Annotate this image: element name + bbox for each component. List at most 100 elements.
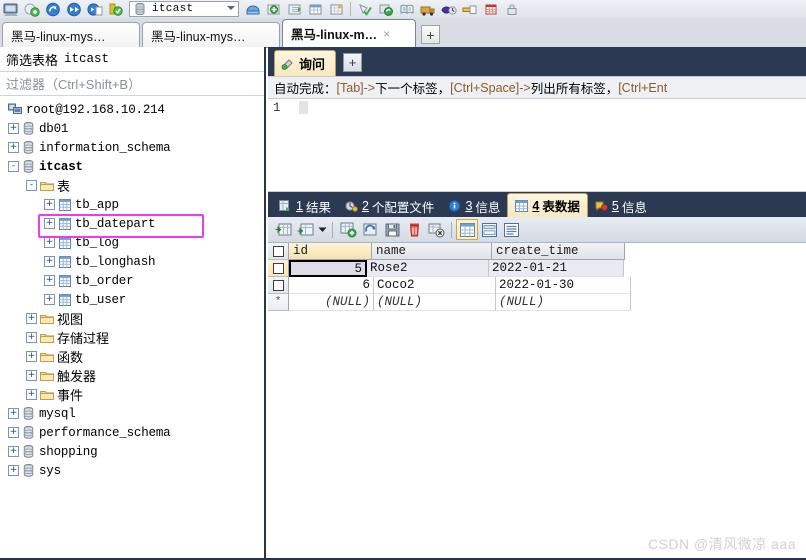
expander-icon[interactable]: +	[26, 351, 37, 362]
new-tab-button[interactable]: +	[421, 25, 440, 44]
select-all-checkbox[interactable]	[272, 245, 284, 257]
tree-item-shopping[interactable]: + shopping	[0, 442, 264, 461]
filter-input[interactable]: 过滤器（Ctrl+Shift+B）	[0, 72, 264, 96]
dropdown-caret-icon[interactable]	[316, 219, 328, 240]
expander-icon[interactable]: +	[26, 370, 37, 381]
tree-item-server[interactable]: root@192.168.10.214	[0, 100, 264, 119]
tree-item-tb-datepart[interactable]: + tb_datepart	[0, 214, 264, 233]
expander-icon[interactable]: +	[26, 332, 37, 343]
tree-item-sys[interactable]: + sys	[0, 461, 264, 480]
expander-icon[interactable]: +	[8, 427, 19, 438]
expander-icon[interactable]: +	[8, 446, 19, 457]
row-selector[interactable]	[268, 277, 289, 294]
copy-connection-icon[interactable]	[84, 1, 105, 18]
notes-icon[interactable]	[459, 1, 480, 18]
form-view-icon[interactable]	[478, 219, 500, 240]
expander-icon[interactable]: +	[26, 313, 37, 324]
table-row[interactable]: 5 Rose2 2022-01-21	[268, 260, 806, 277]
tree-item-mysql[interactable]: + mysql	[0, 404, 264, 423]
new-row-indicator[interactable]: *	[268, 294, 289, 311]
collapse-icon[interactable]: -	[26, 180, 37, 191]
tree-item-views-folder[interactable]: + 视图	[0, 309, 264, 328]
new-connection-icon[interactable]	[21, 1, 42, 18]
cell-name[interactable]: Coco2	[374, 277, 496, 294]
expander-icon[interactable]: +	[44, 275, 55, 286]
filter-data-icon[interactable]	[294, 219, 316, 240]
refresh-data-icon[interactable]	[272, 219, 294, 240]
tree-item-information-schema[interactable]: + information_schema	[0, 138, 264, 157]
expander-icon[interactable]: +	[44, 294, 55, 305]
tree-item-events-folder[interactable]: + 事件	[0, 385, 264, 404]
close-icon[interactable]: ×	[383, 27, 390, 41]
expander-icon[interactable]: +	[44, 256, 55, 267]
save-icon[interactable]	[381, 219, 403, 240]
window-tab[interactable]: 黑马-linux-mys…	[2, 22, 140, 47]
column-header-id[interactable]: id	[289, 243, 372, 260]
row-checkbox[interactable]	[272, 262, 284, 274]
insert-row-icon[interactable]	[337, 219, 359, 240]
grid-view-icon[interactable]	[456, 219, 478, 240]
tab-message[interactable]: 5 信息	[588, 195, 654, 217]
expander-icon[interactable]: +	[8, 123, 19, 134]
window-tab-active[interactable]: 黑马-linux-m… ×	[282, 19, 416, 47]
import-icon[interactable]	[263, 1, 284, 18]
tree-item-itcast[interactable]: - itcast	[0, 157, 264, 176]
tree-item-tb-longhash[interactable]: + tb_longhash	[0, 252, 264, 271]
column-header-name[interactable]: name	[372, 243, 492, 260]
tree-item-db01[interactable]: + db01	[0, 119, 264, 138]
editor-text-area[interactable]	[299, 99, 806, 191]
tree-item-performance-schema[interactable]: + performance_schema	[0, 423, 264, 442]
refresh-icon[interactable]	[42, 1, 63, 18]
expander-icon[interactable]: +	[26, 389, 37, 400]
sql-format-icon[interactable]	[105, 1, 126, 18]
export-icon[interactable]	[242, 1, 263, 18]
cell-id[interactable]: (NULL)	[289, 294, 374, 311]
schema-designer-icon[interactable]	[396, 1, 417, 18]
grid-icon[interactable]	[326, 1, 347, 18]
expander-icon[interactable]: +	[44, 218, 55, 229]
tree-item-tb-log[interactable]: + tb_log	[0, 233, 264, 252]
cell-id[interactable]: 6	[289, 277, 374, 294]
expander-icon[interactable]: +	[8, 465, 19, 476]
add-query-tab-button[interactable]: +	[343, 53, 363, 72]
expander-icon[interactable]: +	[8, 408, 19, 419]
tab-info[interactable]: 3 信息	[441, 195, 507, 217]
cell-name[interactable]: (NULL)	[374, 294, 496, 311]
sync-icon[interactable]	[375, 1, 396, 18]
check-sql-icon[interactable]	[354, 1, 375, 18]
scheduler-icon[interactable]	[438, 1, 459, 18]
table-export-icon[interactable]	[284, 1, 305, 18]
chevron-down-icon[interactable]	[227, 6, 235, 10]
collapse-icon[interactable]: -	[8, 161, 19, 172]
database-selector[interactable]: itcast	[129, 1, 239, 17]
text-view-icon[interactable]	[500, 219, 522, 240]
sql-editor[interactable]: 1	[268, 99, 806, 192]
update-row-icon[interactable]	[359, 219, 381, 240]
cell-create-time[interactable]: 2022-01-30	[496, 277, 631, 294]
table-row-new[interactable]: * (NULL) (NULL) (NULL)	[268, 294, 806, 311]
tree-item-tb-app[interactable]: + tb_app	[0, 195, 264, 214]
tree-item-tb-order[interactable]: + tb_order	[0, 271, 264, 290]
expander-icon[interactable]: +	[44, 237, 55, 248]
calendar-icon[interactable]	[480, 1, 501, 18]
row-checkbox[interactable]	[272, 279, 284, 291]
tree-item-functions-folder[interactable]: + 函数	[0, 347, 264, 366]
tree-item-triggers-folder[interactable]: + 触发器	[0, 366, 264, 385]
cancel-edit-icon[interactable]	[425, 219, 447, 240]
row-selector[interactable]	[268, 260, 289, 277]
connection-icon[interactable]	[0, 1, 21, 18]
expander-icon[interactable]: +	[8, 142, 19, 153]
table-row[interactable]: 6 Coco2 2022-01-30	[268, 277, 806, 294]
tree-item-procedures-folder[interactable]: + 存储过程	[0, 328, 264, 347]
tree-item-tb-user[interactable]: + tb_user	[0, 290, 264, 309]
cell-create-time[interactable]: (NULL)	[496, 294, 631, 311]
tab-profile[interactable]: 2 个配置文件	[338, 195, 441, 217]
forward-refresh-icon[interactable]	[63, 1, 84, 18]
table-data-icon[interactable]	[305, 1, 326, 18]
delete-row-icon[interactable]	[403, 219, 425, 240]
tab-query[interactable]: 询问	[274, 50, 337, 76]
lock-icon[interactable]	[501, 1, 522, 18]
data-transfer-icon[interactable]	[417, 1, 438, 18]
tree-item-tables-folder[interactable]: - 表	[0, 176, 264, 195]
tab-result[interactable]: 1 结果	[272, 195, 338, 217]
